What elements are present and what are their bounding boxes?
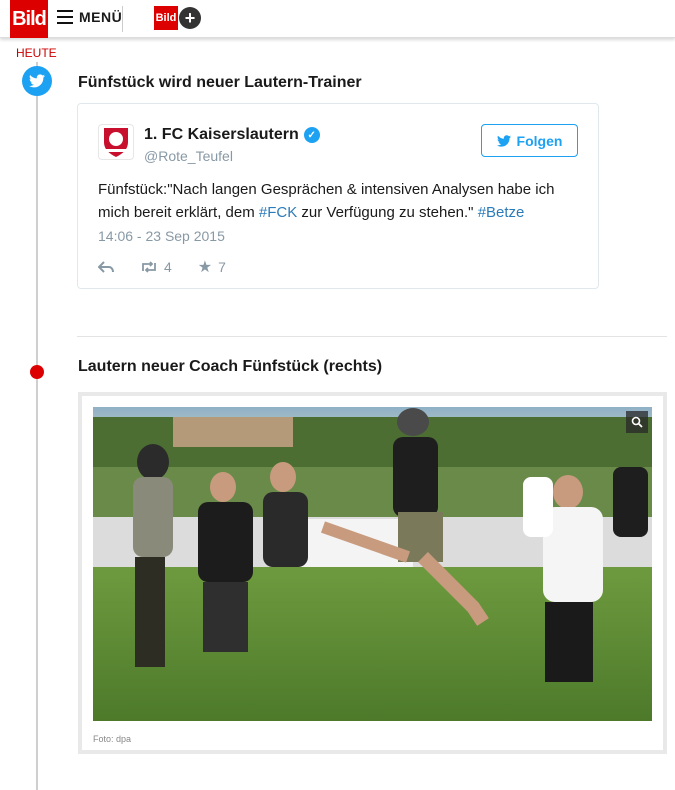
follow-label: Folgen (516, 132, 563, 149)
hamburger-icon (57, 10, 73, 24)
timeline-line (36, 62, 38, 790)
retweet-button[interactable]: 4 (140, 259, 172, 275)
tweet-text-part2: zur Verfügung zu stehen." (297, 204, 478, 221)
tweet-author-name[interactable]: 1. FC Kaiserslautern ✓ (144, 126, 320, 144)
bildplus-logo: Bild (154, 6, 178, 30)
tweet-author-label: 1. FC Kaiserslautern (144, 126, 299, 143)
plus-icon: + (179, 7, 201, 29)
tweet-handle[interactable]: @Rote_Teufel (144, 148, 233, 164)
entry-separator (77, 336, 667, 337)
timeline-dot (30, 365, 44, 379)
day-label: HEUTE (16, 46, 57, 60)
bild-logo[interactable]: Bild (10, 0, 48, 38)
magnifier-icon (631, 416, 643, 428)
zoom-button[interactable] (626, 411, 648, 433)
reply-button[interactable] (98, 261, 114, 273)
embedded-tweet: 1. FC Kaiserslautern ✓ @Rote_Teufel Folg… (77, 103, 599, 289)
menu-button[interactable]: MENÜ (57, 9, 122, 25)
favorite-count: 7 (218, 259, 226, 275)
image-card: Foto: dpa (78, 392, 667, 754)
header-divider (122, 6, 123, 32)
favorite-button[interactable]: ★ 7 (198, 257, 226, 277)
photo-caption: Foto: dpa (93, 734, 132, 744)
site-header: Bild MENÜ Bild + (0, 0, 675, 38)
hashtag-betze[interactable]: #Betze (478, 204, 525, 221)
hashtag-fck[interactable]: #FCK (259, 204, 297, 221)
retweet-icon (142, 261, 156, 273)
bildplus-link[interactable]: Bild + (154, 6, 201, 30)
retweet-count: 4 (164, 259, 172, 275)
entry-title: Lautern neuer Coach Fünfstück (rechts) (78, 358, 383, 375)
entry-title: Fünfstück wird neuer Lautern-Trainer (78, 74, 362, 91)
photo-illustration (93, 407, 652, 721)
tweet-text: Fünfstück:"Nach langen Gesprächen & inte… (98, 178, 588, 224)
twitter-icon (22, 66, 52, 96)
verified-icon: ✓ (303, 127, 320, 143)
tweet-date[interactable]: 14:06 - 23 Sep 2015 (98, 228, 225, 244)
twitter-bird-icon (496, 134, 511, 147)
tweet-actions: 4 ★ 7 (98, 257, 226, 277)
reply-icon (98, 261, 114, 273)
news-photo[interactable] (93, 407, 652, 721)
follow-button[interactable]: Folgen (481, 124, 578, 157)
star-icon: ★ (197, 259, 213, 276)
menu-label: MENÜ (79, 9, 123, 25)
avatar[interactable] (98, 124, 134, 160)
